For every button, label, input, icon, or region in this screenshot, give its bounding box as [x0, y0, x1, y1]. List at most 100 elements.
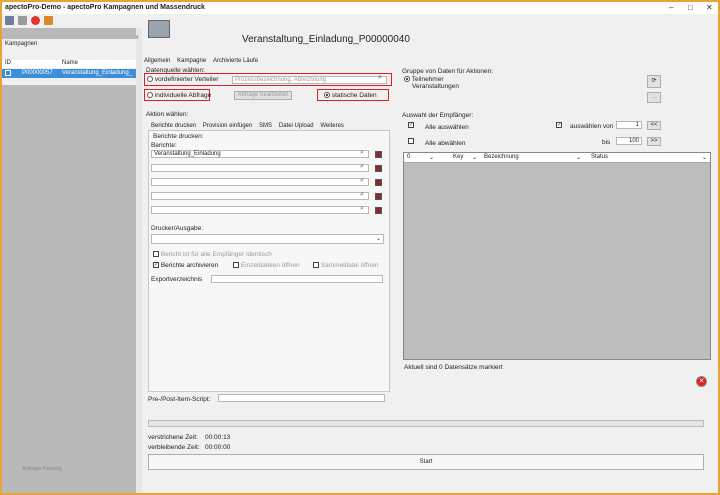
campaign-name: Veranstaltung_Einladung_ — [62, 70, 133, 76]
column-id[interactable]: ID — [5, 60, 11, 66]
report-search-icon-2[interactable]: ⌕ — [360, 163, 364, 171]
radio-predefined-label: vordefinierter Verteiler — [154, 76, 219, 83]
report-field-4[interactable] — [151, 192, 369, 200]
grid-col-name[interactable]: Bezeichnung — [484, 154, 519, 160]
recipients-grid[interactable]: 0 ⌄ Key ⌄ Bezeichnung ⌄ Status ⌄ — [403, 152, 711, 360]
remaining-value: 00:00:00 — [205, 444, 231, 451]
archive-check-box[interactable]: ✓ — [153, 262, 159, 269]
grid-filter-icon-key[interactable]: ⌄ — [472, 154, 477, 161]
tab-print-reports[interactable]: Berichte drucken — [151, 123, 196, 129]
main-tabs: Allgemein Kampagne Archivierte Läufe — [144, 57, 263, 64]
action-tabs: Berichte drucken Provision einfügen SMS … — [151, 122, 349, 129]
select-all-check-icon[interactable]: ✓ — [408, 122, 414, 129]
deselect-all-box[interactable] — [408, 138, 414, 145]
report-search-icon-3[interactable]: ⌕ — [360, 177, 364, 185]
distributor-search-icon[interactable]: ⌕ — [378, 74, 382, 82]
radio-individual-circle[interactable] — [147, 92, 153, 99]
edit-query-button[interactable]: Abfrage bearbeiten — [234, 91, 292, 100]
tab-more[interactable]: Weiteres — [320, 123, 344, 129]
grid-col-0[interactable]: 0 — [407, 154, 410, 160]
minimize-button[interactable]: – — [669, 3, 673, 12]
delete-icon[interactable] — [31, 16, 40, 25]
copy-icon[interactable] — [44, 16, 53, 25]
window-title: apectoPro-Demo - apectoPro Kampagnen und… — [5, 4, 205, 11]
deselect-all-label[interactable]: Alle abwählen — [425, 140, 465, 147]
range-check-icon[interactable]: ✓ — [556, 122, 562, 129]
start-button[interactable]: Start — [148, 454, 704, 470]
column-name[interactable]: Name — [62, 60, 78, 66]
close-window-button[interactable]: ✕ — [706, 3, 713, 12]
range-check[interactable]: ✓ — [556, 122, 562, 129]
report-search-icon-5[interactable]: ⌕ — [360, 205, 364, 213]
report-delete-icon-5[interactable] — [375, 207, 382, 214]
tab-campaign[interactable]: Kampagne — [177, 58, 206, 64]
report-field-2[interactable] — [151, 164, 369, 172]
report-search-icon-1[interactable]: ⌕ — [360, 149, 364, 157]
prev-range-button[interactable]: << — [647, 121, 661, 130]
select-all-toggle[interactable]: ✓ — [408, 122, 414, 129]
grid-col-status[interactable]: Status — [591, 154, 608, 160]
grid-filter-icon-name[interactable]: ⌄ — [576, 154, 581, 161]
tab-insert-commission[interactable]: Provision einfügen — [203, 123, 252, 129]
chevron-down-icon[interactable]: ⌄ — [376, 235, 381, 242]
to-value-field[interactable]: 100 — [616, 137, 642, 145]
report-delete-icon-1[interactable] — [375, 151, 382, 158]
predefined-distributor-field[interactable]: Prozessbezeichnung, Abrechnung — [232, 76, 387, 84]
collapse-arrow-icon[interactable]: ‹ — [136, 34, 138, 41]
script-field[interactable] — [218, 394, 385, 402]
select-from-label: auswählen von — [570, 123, 614, 130]
radio-predefined[interactable]: vordefinierter Verteiler — [147, 76, 218, 83]
report-search-icon-4[interactable]: ⌕ — [360, 191, 364, 199]
printer-stack-icon — [148, 20, 170, 38]
identical-check-box[interactable] — [153, 251, 159, 258]
group-action-button[interactable]: … — [647, 92, 661, 103]
radio-individual[interactable]: individuelle Abfrage — [147, 92, 211, 99]
report-field-3[interactable] — [151, 178, 369, 186]
report-field-1[interactable]: Veranstaltung_Einladung — [151, 150, 369, 158]
radio-static-circle[interactable] — [324, 92, 330, 99]
printer-select[interactable] — [151, 234, 384, 244]
radio-static[interactable]: statische Daten — [324, 92, 377, 99]
select-all-label[interactable]: Alle auswählen — [425, 124, 469, 131]
single-files-label: Einzeldateien öffnen — [240, 262, 300, 269]
archive-checkbox[interactable]: ✓ Berichte archivieren — [153, 262, 218, 269]
report-field-5[interactable] — [151, 206, 369, 214]
print-reports-panel: Berichte drucken: Berichte: Veranstaltun… — [148, 130, 390, 392]
refresh-group-button[interactable]: ⟳ — [647, 75, 661, 88]
recipients-grid-header: 0 ⌄ Key ⌄ Bezeichnung ⌄ Status ⌄ — [404, 153, 710, 163]
grid-filter-icon-status[interactable]: ⌄ — [702, 154, 707, 161]
report-delete-icon-2[interactable] — [375, 165, 382, 172]
grid-filter-icon-0[interactable]: ⌄ — [429, 154, 434, 161]
campaign-id: P00000057 — [22, 70, 53, 76]
radio-predefined-circle[interactable] — [147, 76, 153, 83]
group-events-label[interactable]: Veranstaltungen — [412, 83, 459, 90]
collective-check-box[interactable] — [313, 262, 319, 269]
from-value-field[interactable]: 1 — [616, 121, 642, 129]
refresh-icon[interactable] — [18, 16, 27, 25]
collective-file-checkbox[interactable]: Sammeldatei öffnen — [313, 262, 379, 269]
campaign-list-pane: Kampagnen ⌕ ⌕ ⌕▾ ID Name P00000057 Veran… — [2, 28, 136, 493]
group-participants-label: Teilnehmer — [411, 76, 444, 83]
save-icon[interactable] — [5, 16, 14, 25]
report-delete-icon-4[interactable] — [375, 193, 382, 200]
campaign-editor: Veranstaltung_Einladung_P00000040 Allgem… — [142, 14, 718, 493]
single-files-checkbox[interactable]: Einzeldateien öffnen — [233, 262, 300, 269]
archive-label: Berichte archivieren — [160, 262, 219, 269]
tab-file-upload[interactable]: Datei Upload — [279, 123, 314, 129]
group-participants-radio[interactable] — [404, 76, 410, 83]
tab-general[interactable]: Allgemein — [144, 58, 170, 64]
campaign-row[interactable]: P00000057 Veranstaltung_Einladung_ — [2, 69, 136, 78]
single-files-check-box[interactable] — [233, 262, 239, 269]
collective-label: Sammeldatei öffnen — [320, 262, 379, 269]
tab-sms[interactable]: SMS — [259, 123, 272, 129]
tab-archived-runs[interactable]: Archivierte Läufe — [213, 58, 258, 64]
grid-col-key[interactable]: Key — [453, 154, 463, 160]
maximize-button[interactable]: □ — [688, 3, 693, 12]
export-dir-field[interactable] — [211, 275, 383, 283]
group-participants[interactable]: Teilnehmer — [404, 76, 444, 83]
report-delete-icon-3[interactable] — [375, 179, 382, 186]
next-range-button[interactable]: >> — [647, 137, 661, 146]
deselect-all-toggle[interactable] — [408, 138, 414, 145]
cancel-icon[interactable]: ✕ — [696, 376, 707, 387]
identical-checkbox[interactable]: Bericht ist für alle Empfänger identisch — [153, 251, 272, 258]
